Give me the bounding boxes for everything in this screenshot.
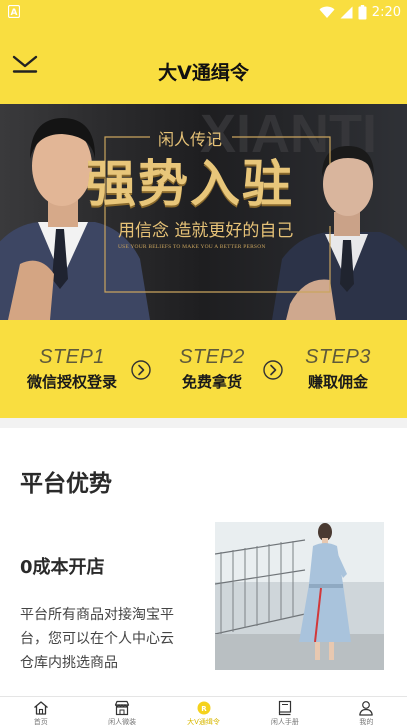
bottom-nav: 首页 闲人微装 R 大V通缉令 闲人手册 我的 xyxy=(0,696,407,728)
nav-label: 我的 xyxy=(359,718,374,726)
step-3: STEP3 赚取佣金 xyxy=(296,346,380,392)
banner-headline: 强势入驻 xyxy=(86,155,294,213)
page-header: 大V通缉令 xyxy=(0,24,407,104)
feature-photo xyxy=(215,522,384,670)
step-1: STEP1 微信授权登录 xyxy=(20,346,124,392)
svg-text:R: R xyxy=(201,705,207,713)
status-bar: A 2:20 xyxy=(0,0,407,24)
battery-icon xyxy=(358,4,367,19)
svg-text:A: A xyxy=(11,8,18,18)
section-title: 平台优势 xyxy=(20,471,112,497)
promo-banner[interactable]: XIANTI 闲人传记 强势入驻 用信念 造就更好的自己 USE YOUR BE… xyxy=(0,104,407,320)
user-icon xyxy=(359,701,374,716)
store-icon xyxy=(115,700,130,716)
banner-slogan: 用信念 造就更好的自己 xyxy=(118,221,294,241)
nav-item-handbook[interactable]: 闲人手册 xyxy=(244,697,325,728)
arrow-right-circle-icon xyxy=(131,360,151,380)
banner-slogan-en: USE YOUR BELIEFS TO MAKE YOU A BETTER PE… xyxy=(118,244,266,250)
section-divider xyxy=(0,418,407,428)
notification-icon: A xyxy=(8,5,20,18)
nav-item-store[interactable]: 闲人微装 xyxy=(81,697,162,728)
nav-label: 闲人微装 xyxy=(108,718,137,726)
status-time: 2:20 xyxy=(371,4,401,20)
arrow-right-circle-icon xyxy=(263,360,283,380)
home-icon xyxy=(33,701,48,715)
signal-icon xyxy=(340,6,353,18)
steps-section: STEP1 微信授权登录 STEP2 免费拿货 STEP3 赚取佣金 xyxy=(0,320,407,418)
step-label: 赚取佣金 xyxy=(307,373,368,391)
book-icon xyxy=(278,700,292,716)
nav-item-wanted[interactable]: R 大V通缉令 xyxy=(163,697,244,728)
nav-label: 闲人手册 xyxy=(270,718,299,726)
step-2: STEP2 免费拿货 xyxy=(166,346,258,392)
nav-item-profile[interactable]: 我的 xyxy=(326,697,407,728)
step-number: STEP3 xyxy=(305,346,371,368)
wifi-icon xyxy=(319,6,335,18)
feature-title: 0成本开店 xyxy=(20,557,105,578)
badge-icon: R xyxy=(197,701,211,715)
nav-item-home[interactable]: 首页 xyxy=(0,697,81,728)
nav-label: 大V通缉令 xyxy=(187,718,220,726)
nav-label: 首页 xyxy=(33,718,48,726)
step-number: STEP2 xyxy=(179,346,245,368)
step-label: 微信授权登录 xyxy=(26,373,117,391)
step-number: STEP1 xyxy=(39,346,105,368)
step-label: 免费拿货 xyxy=(181,373,242,391)
feature-description: 平台所有商品对接淘宝平台，您可以在个人中心云仓库内挑选商品 xyxy=(20,607,174,671)
page-title: 大V通缉令 xyxy=(158,62,249,84)
